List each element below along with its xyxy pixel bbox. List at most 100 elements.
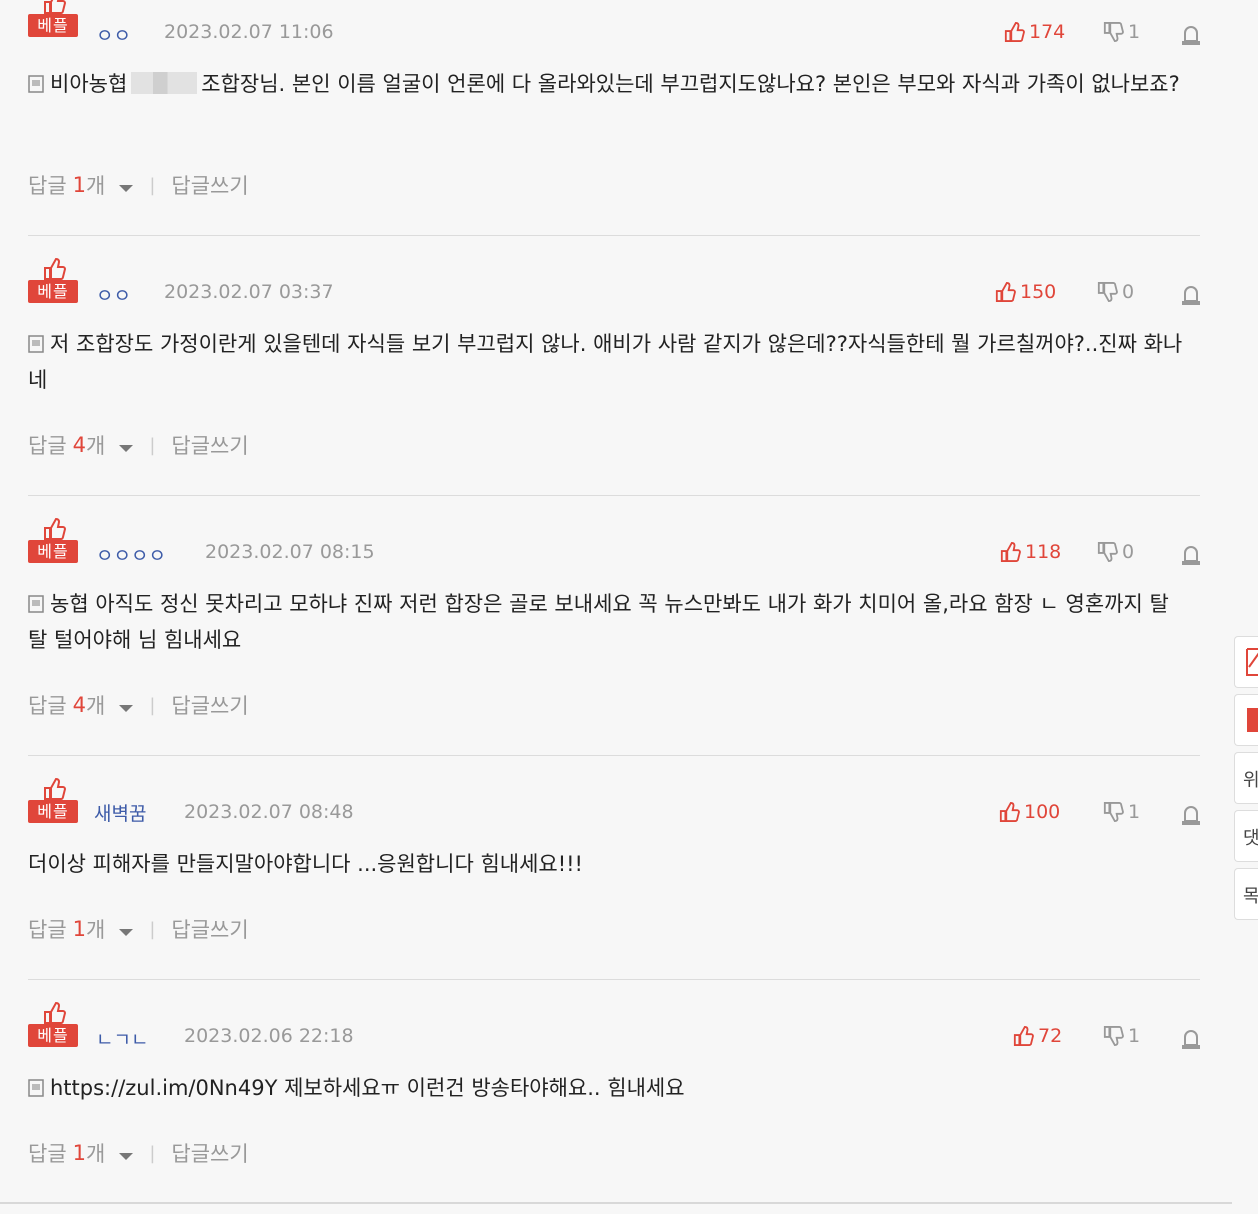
divider (28, 979, 1200, 980)
reply-row: 답글 4 개 | 답글쓰기 (28, 690, 249, 720)
reply-count-suffix[interactable]: 개 (86, 430, 105, 460)
upvote-button[interactable]: 118 (999, 541, 1061, 563)
side-tab-list[interactable]: 목 (1234, 868, 1258, 920)
side-tab-top[interactable]: 위 (1234, 752, 1258, 804)
report-icon[interactable] (1181, 25, 1201, 45)
downvote-count: 1 (1128, 801, 1141, 823)
reply-count-suffix[interactable]: 개 (86, 690, 105, 720)
divider (0, 1202, 1232, 1204)
upvote-count: 72 (1038, 1025, 1063, 1047)
reply-count-suffix[interactable]: 개 (86, 170, 105, 200)
best-label: 베플 (28, 540, 78, 563)
share-icon (1246, 648, 1258, 676)
upvote-count: 100 (1024, 801, 1061, 823)
divider: | (149, 918, 156, 940)
comment-item: 베플 새벽꿈 2023.02.07 08:48 100 1 더이상 피해자를 만… (28, 778, 1201, 980)
reply-count[interactable]: 1 (73, 917, 86, 941)
comment-body: https://zul.im/0Nn49Y 제보하세요ㅠ 이런건 방송타야해요.… (28, 1070, 1188, 1106)
upvote-button[interactable]: 72 (1012, 1025, 1062, 1047)
thumbs-up-icon (44, 1002, 66, 1024)
document-icon (28, 595, 44, 613)
chevron-down-icon[interactable] (119, 1152, 134, 1160)
upvote-button[interactable]: 100 (998, 801, 1060, 823)
divider: | (149, 1142, 156, 1164)
comment-body: 저 조합장도 가정이란게 있을텐데 자식들 보기 부끄럽지 않나. 애비가 사람… (28, 326, 1188, 398)
best-label: 베플 (28, 1024, 78, 1047)
comment-text: 더이상 피해자를 만들지말아야합니다 ...응원합니다 힘내세요!!! (28, 852, 583, 876)
thumbs-up-icon (44, 258, 66, 280)
reply-count[interactable]: 1 (73, 173, 86, 197)
best-label: 베플 (28, 14, 78, 37)
chevron-down-icon[interactable] (119, 184, 134, 192)
reply-toggle-label[interactable]: 답글 (28, 914, 67, 944)
reply-count[interactable]: 4 (73, 433, 86, 457)
report-icon[interactable] (1181, 285, 1201, 305)
reply-count-suffix[interactable]: 개 (86, 1138, 105, 1168)
document-icon (28, 1079, 44, 1097)
comment-nickname[interactable]: ㅇㅇ (96, 281, 131, 308)
comment-body: 농협 아직도 정신 못차리고 모하냐 진짜 저런 합장은 골로 보내세요 꼭 뉴… (28, 586, 1188, 658)
divider (28, 235, 1200, 236)
upvote-button[interactable]: 150 (994, 281, 1056, 303)
downvote-button[interactable]: 1 (1102, 1025, 1140, 1047)
downvote-button[interactable]: 1 (1102, 21, 1140, 43)
downvote-button[interactable]: 0 (1096, 541, 1134, 563)
write-reply-button[interactable]: 답글쓰기 (171, 914, 248, 944)
thumbs-up-icon (1000, 542, 1021, 562)
downvote-count: 0 (1122, 541, 1135, 563)
downvote-button[interactable]: 0 (1096, 281, 1134, 303)
write-reply-button[interactable]: 답글쓰기 (171, 1138, 248, 1168)
document-icon (28, 335, 44, 353)
comment-nickname[interactable]: ㅇㅇㅇㅇ (96, 541, 166, 568)
best-label: 베플 (28, 280, 78, 303)
comment-nickname[interactable]: ㅇㅇ (96, 21, 131, 48)
comment-date: 2023.02.06 22:18 (184, 1025, 354, 1047)
side-tab-comments[interactable]: 댓 (1234, 810, 1258, 862)
reply-row: 답글 4 개 | 답글쓰기 (28, 430, 249, 460)
chevron-down-icon[interactable] (119, 704, 134, 712)
upvote-button[interactable]: 174 (1003, 21, 1065, 43)
upvote-count: 174 (1029, 21, 1066, 43)
reply-count[interactable]: 4 (73, 693, 86, 717)
comment-nickname[interactable]: ㄴㄱㄴ (96, 1025, 148, 1052)
comment-item: 베플 ㄴㄱㄴ 2023.02.06 22:18 72 1 https://zul… (28, 1002, 1201, 1200)
reply-toggle-label[interactable]: 답글 (28, 1138, 67, 1168)
downvote-count: 1 (1128, 21, 1141, 43)
write-reply-button[interactable]: 답글쓰기 (171, 690, 248, 720)
reply-toggle-label[interactable]: 답글 (28, 430, 67, 460)
comment-item: 베플 ㅇㅇ 2023.02.07 11:06 174 1 비아농협 조합장님. 본… (28, 0, 1200, 235)
reply-toggle-label[interactable]: 답글 (28, 690, 67, 720)
divider (28, 755, 1200, 756)
comment-date: 2023.02.07 11:06 (164, 21, 334, 43)
thumbs-up-icon (1004, 22, 1025, 42)
chevron-down-icon[interactable] (119, 928, 134, 936)
report-icon[interactable] (1181, 805, 1201, 825)
comment-text: 비아농협 (50, 72, 128, 96)
best-badge: 베플 (28, 518, 78, 563)
divider (28, 495, 1200, 496)
write-reply-button[interactable]: 답글쓰기 (171, 170, 248, 200)
document-icon (28, 75, 44, 93)
thumbs-up-icon (1013, 1026, 1034, 1046)
comment-item: 베플 ㅇㅇㅇㅇ 2023.02.07 08:15 118 0 농협 아직도 정신… (28, 518, 1201, 755)
reply-toggle-label[interactable]: 답글 (28, 170, 67, 200)
comment-text: 농협 아직도 정신 못차리고 모하냐 진짜 저런 합장은 골로 보내세요 꼭 뉴… (28, 592, 1169, 652)
thumbs-down-icon (1103, 802, 1124, 822)
comment-nickname[interactable]: 새벽꿈 (94, 799, 146, 826)
write-reply-button[interactable]: 답글쓰기 (171, 430, 248, 460)
chevron-down-icon[interactable] (119, 444, 134, 452)
reply-count[interactable]: 1 (73, 1141, 86, 1165)
downvote-button[interactable]: 1 (1102, 801, 1140, 823)
thumbs-down-icon (1103, 22, 1124, 42)
comment-date: 2023.02.07 08:15 (205, 541, 375, 563)
report-icon[interactable] (1181, 545, 1201, 565)
comment-list: 베플 ㅇㅇ 2023.02.07 11:06 174 1 비아농협 조합장님. 본… (0, 0, 1232, 1214)
reply-count-suffix[interactable]: 개 (86, 914, 105, 944)
side-tab-red[interactable] (1234, 694, 1258, 746)
report-icon[interactable] (1181, 1029, 1201, 1049)
comment-item: 베플 ㅇㅇ 2023.02.07 03:37 150 0 저 조합장도 가정이란… (28, 258, 1201, 495)
best-label: 베플 (28, 800, 78, 823)
side-tab-share[interactable] (1234, 636, 1258, 688)
best-badge: 베플 (28, 0, 78, 37)
comment-text: 조합장님. 본인 이름 얼굴이 언론에 다 올라와있는데 부끄럽지도않나요? 본… (201, 72, 1180, 96)
